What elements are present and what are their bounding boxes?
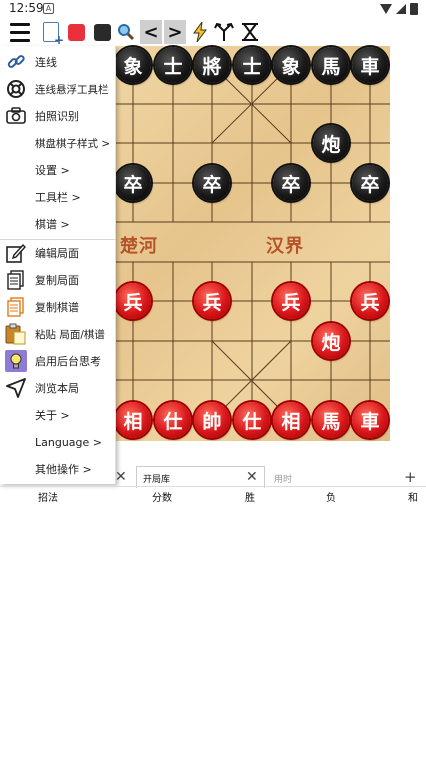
menu-icon[interactable] (8, 20, 32, 44)
edit-icon (5, 242, 27, 264)
black-piece[interactable]: 卒 (115, 165, 151, 201)
status-bar: 12:59 A (0, 0, 426, 18)
river-label-left: 楚河 (120, 236, 158, 257)
red-piece[interactable]: 帥 (194, 402, 230, 438)
black-piece[interactable]: 卒 (352, 165, 388, 201)
menu-item-edit-position[interactable]: 编辑局面 (0, 240, 116, 266)
black-piece[interactable]: 象 (273, 47, 309, 83)
copy-record-icon (5, 296, 27, 318)
menu-item-label: 编辑局面 (35, 247, 79, 260)
copy-icon (5, 269, 27, 291)
black-piece[interactable]: 將 (194, 47, 230, 83)
tab-divider (0, 486, 426, 487)
header-move[interactable]: 招法 (38, 489, 58, 504)
menu-item-label: 其他操作 > (35, 463, 92, 476)
menu-item-paste[interactable]: 粘贴 局面/棋谱 (0, 321, 116, 347)
red-piece[interactable]: 相 (273, 402, 309, 438)
menu-item-settings[interactable]: 设置 > (0, 157, 116, 183)
previous-icon[interactable]: < (140, 20, 162, 44)
side-menu: 连线 连线悬浮工具栏 拍照识别 棋盘棋子样式 > 设置 > 工具栏 > 棋谱 > (0, 46, 116, 484)
red-side-icon[interactable] (66, 20, 86, 44)
red-piece[interactable]: 馬 (313, 402, 349, 438)
notification-icon: A (43, 3, 54, 14)
black-piece[interactable]: 卒 (273, 165, 309, 201)
menu-item-board-style[interactable]: 棋盘棋子样式 > (0, 130, 116, 156)
menu-item-label: 关于 > (35, 409, 70, 422)
paste-icon (5, 323, 27, 345)
app-root: 12:59 A < > (0, 0, 426, 759)
menu-item-connect[interactable]: 连线 (0, 49, 116, 75)
lightbulb-icon (5, 350, 27, 372)
black-piece[interactable]: 士 (234, 47, 270, 83)
menu-item-about[interactable]: 关于 > (0, 402, 116, 428)
system-icons (380, 3, 418, 15)
black-piece[interactable]: 象 (115, 47, 151, 83)
new-document-icon[interactable] (40, 20, 64, 47)
black-piece[interactable]: 炮 (313, 125, 349, 161)
add-tab-icon[interactable]: + (404, 468, 417, 486)
time-label: 用时 (274, 475, 293, 485)
black-piece[interactable]: 車 (352, 47, 388, 83)
camera-icon (5, 105, 27, 127)
menu-item-language[interactable]: Language > (0, 429, 116, 455)
red-piece[interactable]: 炮 (313, 323, 349, 359)
menu-item-copy-record[interactable]: 复制棋谱 (0, 294, 116, 320)
black-piece[interactable]: 馬 (313, 47, 349, 83)
menu-item-label: 粘贴 局面/棋谱 (35, 328, 105, 341)
menu-item-label: 设置 > (35, 164, 70, 177)
battery-icon (410, 3, 418, 15)
menu-item-label: 复制局面 (35, 274, 79, 287)
toolbar: < > (0, 18, 426, 47)
red-piece[interactable]: 車 (352, 402, 388, 438)
menu-item-label: 复制棋谱 (35, 301, 79, 314)
menu-item-background-thinking[interactable]: 启用后台思考 (0, 348, 116, 374)
black-side-icon[interactable] (92, 20, 112, 44)
red-piece[interactable]: 兵 (273, 283, 309, 319)
black-piece[interactable]: 士 (155, 47, 191, 83)
header-loss[interactable]: 负 (326, 489, 336, 504)
menu-item-label: 棋谱 > (35, 218, 70, 231)
menu-item-label: 启用后台思考 (35, 355, 101, 368)
menu-item-label: 连线悬浮工具栏 (35, 83, 109, 96)
menu-item-photo-recognition[interactable]: 拍照识别 (0, 103, 116, 129)
header-draw[interactable]: 和 (408, 489, 418, 504)
next-icon[interactable]: > (164, 20, 186, 44)
red-piece[interactable]: 相 (115, 402, 151, 438)
menu-item-label: 拍照识别 (35, 110, 79, 123)
hourglass-icon[interactable] (239, 20, 261, 44)
branch-icon[interactable] (213, 20, 235, 44)
menu-item-label: 浏览本局 (35, 382, 79, 395)
header-score[interactable]: 分数 (152, 489, 172, 504)
close-tab-icon[interactable]: ✕ (115, 469, 127, 485)
header-win[interactable]: 胜 (245, 489, 255, 504)
menu-item-copy-position[interactable]: 复制局面 (0, 267, 116, 293)
search-icon[interactable] (115, 20, 137, 44)
close-tab-icon[interactable]: ✕ (246, 469, 258, 485)
red-piece[interactable]: 仕 (234, 402, 270, 438)
river-label-right: 汉界 (266, 236, 304, 257)
link-icon (5, 51, 27, 73)
red-piece[interactable]: 兵 (115, 283, 151, 319)
menu-item-floating-toolbar[interactable]: 连线悬浮工具栏 (0, 76, 116, 102)
chess-board[interactable]: 楚河 汉界 象士將士象馬車炮卒卒卒卒兵兵兵兵炮相仕帥仕相馬車 (114, 46, 390, 441)
menu-item-toolbar[interactable]: 工具栏 > (0, 184, 116, 210)
lightning-icon[interactable] (190, 20, 210, 44)
red-piece[interactable]: 兵 (194, 283, 230, 319)
menu-item-browse-game[interactable]: 浏览本局 (0, 375, 116, 401)
black-piece[interactable]: 卒 (194, 165, 230, 201)
status-time: 12:59 (9, 1, 44, 15)
signal-icon (396, 4, 406, 14)
menu-item-other-actions[interactable]: 其他操作 > (0, 456, 116, 482)
menu-item-label: 棋盘棋子样式 > (35, 137, 111, 150)
red-piece[interactable]: 兵 (352, 283, 388, 319)
menu-item-label: 连线 (35, 56, 57, 69)
tab-opening-book-label: 开局库 (143, 475, 171, 485)
menu-item-game-record[interactable]: 棋谱 > (0, 211, 116, 237)
menu-item-label: 工具栏 > (35, 191, 81, 204)
lifebuoy-icon (5, 78, 27, 100)
red-piece[interactable]: 仕 (155, 402, 191, 438)
navigation-arrow-icon (5, 377, 27, 399)
wifi-icon (380, 4, 392, 14)
menu-item-label: Language > (35, 435, 102, 449)
